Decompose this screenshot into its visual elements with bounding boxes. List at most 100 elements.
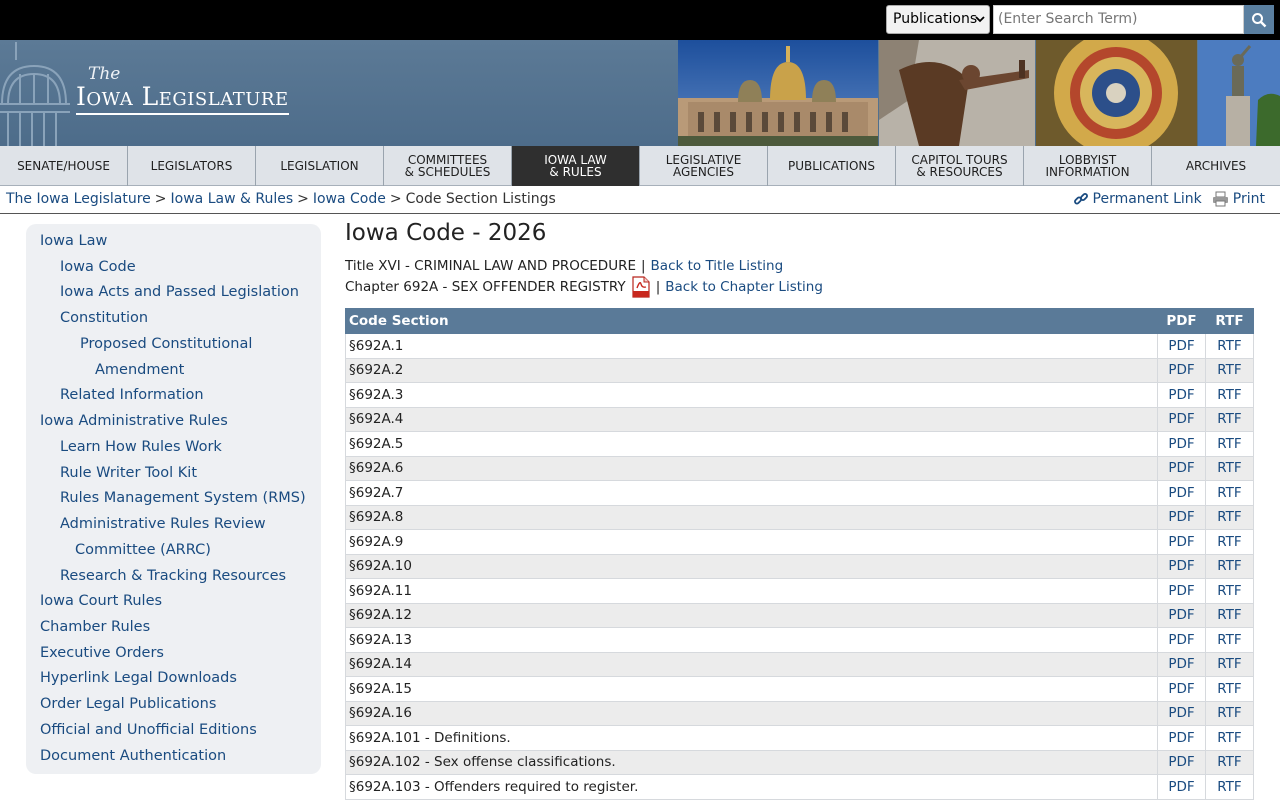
rtf-link[interactable]: RTF	[1217, 509, 1241, 525]
back-to-chapter-link[interactable]: Back to Chapter Listing	[665, 279, 823, 295]
pdf-link[interactable]: PDF	[1168, 632, 1194, 648]
pdf-link[interactable]: PDF	[1168, 534, 1194, 550]
rtf-link[interactable]: RTF	[1217, 705, 1241, 721]
statue-photo	[879, 40, 1035, 146]
nav-capitol-tours[interactable]: CAPITOL TOURS & RESOURCES	[896, 146, 1024, 186]
rtf-link[interactable]: RTF	[1217, 411, 1241, 427]
search-scope-select[interactable]: Publications	[886, 5, 990, 34]
rtf-link[interactable]: RTF	[1217, 754, 1241, 770]
nav-legislators[interactable]: LEGISLATORS	[128, 146, 256, 186]
pdf-link[interactable]: PDF	[1168, 411, 1194, 427]
rtf-link[interactable]: RTF	[1217, 779, 1241, 795]
pdf-link[interactable]: PDF	[1168, 387, 1194, 403]
sidebar-item-hyperlink-downloads[interactable]: Hyperlink Legal Downloads	[40, 668, 237, 688]
pdf-link[interactable]: PDF	[1168, 460, 1194, 476]
rtf-cell: RTF	[1205, 357, 1254, 383]
rtf-link[interactable]: RTF	[1217, 656, 1241, 672]
sidebar-item-editions[interactable]: Official and Unofficial Editions	[40, 720, 257, 740]
permanent-link[interactable]: Permanent Link	[1073, 191, 1202, 207]
site-logo[interactable]: Iowa Legislature	[76, 82, 289, 115]
nav-archives[interactable]: ARCHIVES	[1152, 146, 1280, 186]
nav-iowa-law-rules[interactable]: IOWA LAW & RULES	[512, 146, 640, 186]
code-section-cell: §692A.13	[345, 627, 1158, 653]
pdf-link[interactable]: PDF	[1168, 558, 1194, 574]
breadcrumb-iowa-code[interactable]: Iowa Code	[313, 191, 386, 207]
rtf-link[interactable]: RTF	[1217, 607, 1241, 623]
table-row: §692A.16 PDF RTF	[345, 700, 1254, 726]
sidebar-item-learn-rules[interactable]: Learn How Rules Work	[60, 437, 222, 457]
pdf-icon[interactable]	[631, 276, 651, 298]
rtf-link[interactable]: RTF	[1217, 681, 1241, 697]
nav-senate-house[interactable]: SENATE/HOUSE	[0, 146, 128, 186]
sidebar-item-admin-rules[interactable]: Iowa Administrative Rules	[40, 411, 228, 431]
sidebar-item-research-tracking[interactable]: Research & Tracking Resources	[60, 566, 286, 586]
pdf-link[interactable]: PDF	[1168, 583, 1194, 599]
breadcrumb-home[interactable]: The Iowa Legislature	[6, 191, 151, 207]
rtf-link[interactable]: RTF	[1217, 436, 1241, 452]
rtf-link[interactable]: RTF	[1217, 730, 1241, 746]
nav-legislation[interactable]: LEGISLATION	[256, 146, 384, 186]
nav-legislative-agencies[interactable]: LEGISLATIVE AGENCIES	[640, 146, 768, 186]
rtf-link[interactable]: RTF	[1217, 460, 1241, 476]
table-row: §692A.102 - Sex offense classifications.…	[345, 749, 1254, 775]
sidebar-item-iowa-law[interactable]: Iowa Law	[40, 231, 107, 251]
table-row: §692A.103 - Offenders required to regist…	[345, 774, 1254, 800]
pdf-cell: PDF	[1157, 504, 1206, 530]
pdf-link[interactable]: PDF	[1168, 485, 1194, 501]
sidebar-item-document-authentication[interactable]: Document Authentication	[40, 746, 226, 766]
nav-lobbyist-information[interactable]: LOBBYIST INFORMATION	[1024, 146, 1152, 186]
pdf-link[interactable]: PDF	[1168, 779, 1194, 795]
pdf-link[interactable]: PDF	[1168, 362, 1194, 378]
pdf-link[interactable]: PDF	[1168, 338, 1194, 354]
nav-publications[interactable]: PUBLICATIONS	[768, 146, 896, 186]
print-link[interactable]: Print	[1212, 191, 1265, 207]
nav-committees-schedules[interactable]: COMMITTEES & SCHEDULES	[384, 146, 512, 186]
rtf-cell: RTF	[1205, 455, 1254, 481]
logo-the: The	[88, 64, 121, 84]
pdf-link[interactable]: PDF	[1168, 705, 1194, 721]
sidebar-item-rule-writer-toolkit[interactable]: Rule Writer Tool Kit	[60, 463, 197, 483]
sidebar-item-proposed-amendment-line2[interactable]: Amendment	[95, 360, 184, 380]
pdf-link[interactable]: PDF	[1168, 509, 1194, 525]
sidebar-item-constitution[interactable]: Constitution	[60, 308, 148, 328]
table-row: §692A.2 PDF RTF	[345, 357, 1254, 383]
code-section-cell: §692A.6	[345, 455, 1158, 481]
sidebar-item-order-publications[interactable]: Order Legal Publications	[40, 694, 216, 714]
search-scope-value: Publications	[893, 11, 978, 27]
search-input[interactable]: (Enter Search Term)	[993, 5, 1244, 34]
search-button[interactable]	[1244, 5, 1274, 34]
sidebar-item-arrc[interactable]: Administrative Rules Review	[60, 514, 266, 534]
back-to-title-link[interactable]: Back to Title Listing	[651, 258, 784, 274]
pdf-link[interactable]: PDF	[1168, 436, 1194, 452]
rtf-link[interactable]: RTF	[1217, 362, 1241, 378]
sidebar-item-chamber-rules[interactable]: Chamber Rules	[40, 617, 150, 637]
sidebar-item-executive-orders[interactable]: Executive Orders	[40, 643, 164, 663]
rtf-link[interactable]: RTF	[1217, 583, 1241, 599]
column-header-code-section: Code Section	[345, 308, 1158, 334]
sidebar-item-proposed-amendment[interactable]: Proposed Constitutional	[80, 334, 252, 354]
sidebar-item-court-rules[interactable]: Iowa Court Rules	[40, 591, 162, 611]
rtf-link[interactable]: RTF	[1217, 387, 1241, 403]
pdf-link[interactable]: PDF	[1168, 656, 1194, 672]
rtf-link[interactable]: RTF	[1217, 485, 1241, 501]
sidebar-item-related-information[interactable]: Related Information	[60, 385, 204, 405]
rtf-cell: RTF	[1205, 382, 1254, 408]
sidebar-item-arrc-line2[interactable]: Committee (ARRC)	[75, 540, 211, 560]
pdf-link[interactable]: PDF	[1168, 681, 1194, 697]
rtf-link[interactable]: RTF	[1217, 534, 1241, 550]
rtf-link[interactable]: RTF	[1217, 558, 1241, 574]
code-section-cell: §692A.101 - Definitions.	[345, 725, 1158, 751]
rtf-link[interactable]: RTF	[1217, 338, 1241, 354]
pdf-link[interactable]: PDF	[1168, 754, 1194, 770]
sidebar-item-iowa-code[interactable]: Iowa Code	[60, 257, 136, 277]
pdf-cell: PDF	[1157, 749, 1206, 775]
pdf-link[interactable]: PDF	[1168, 607, 1194, 623]
table-row: §692A.4 PDF RTF	[345, 406, 1254, 432]
pdf-link[interactable]: PDF	[1168, 730, 1194, 746]
breadcrumb-law-rules[interactable]: Iowa Law & Rules	[171, 191, 294, 207]
rtf-link[interactable]: RTF	[1217, 632, 1241, 648]
sidebar-item-acts[interactable]: Iowa Acts and Passed Legislation	[60, 282, 299, 302]
table-row: §692A.12 PDF RTF	[345, 602, 1254, 628]
pdf-cell: PDF	[1157, 431, 1206, 457]
sidebar-item-rms[interactable]: Rules Management System (RMS)	[60, 488, 306, 508]
